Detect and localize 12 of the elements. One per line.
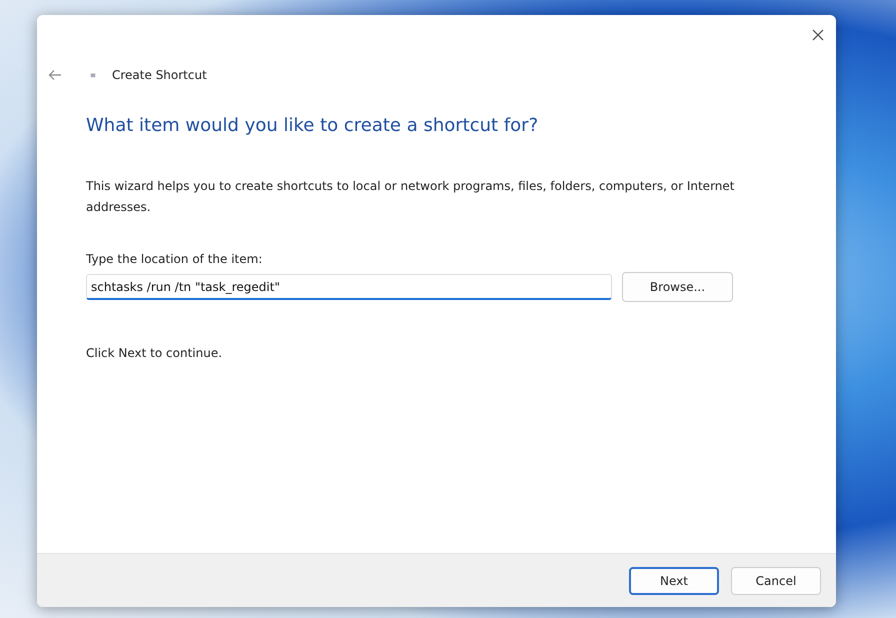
- cancel-button[interactable]: Cancel: [731, 566, 821, 594]
- instruction-text: Click Next to continue.: [86, 346, 224, 360]
- shortcut-icon: [90, 72, 96, 78]
- browse-button[interactable]: Browse...: [622, 272, 733, 302]
- field-label: Type the location of the item:: [86, 252, 264, 266]
- close-icon[interactable]: [812, 29, 824, 41]
- wizard-heading: What item would you like to create a shortcut for?: [86, 115, 540, 136]
- window-title: Create Shortcut: [112, 68, 207, 82]
- wizard-description: This wizard helps you to create shortcuts to local or network programs, files, folders, computers, or Internet addresses.: [86, 178, 736, 216]
- next-button[interactable]: Next: [629, 566, 719, 594]
- back-arrow-icon[interactable]: [48, 69, 62, 81]
- location-input-field[interactable]: schtasks /run /tn "task_regedit": [86, 274, 612, 300]
